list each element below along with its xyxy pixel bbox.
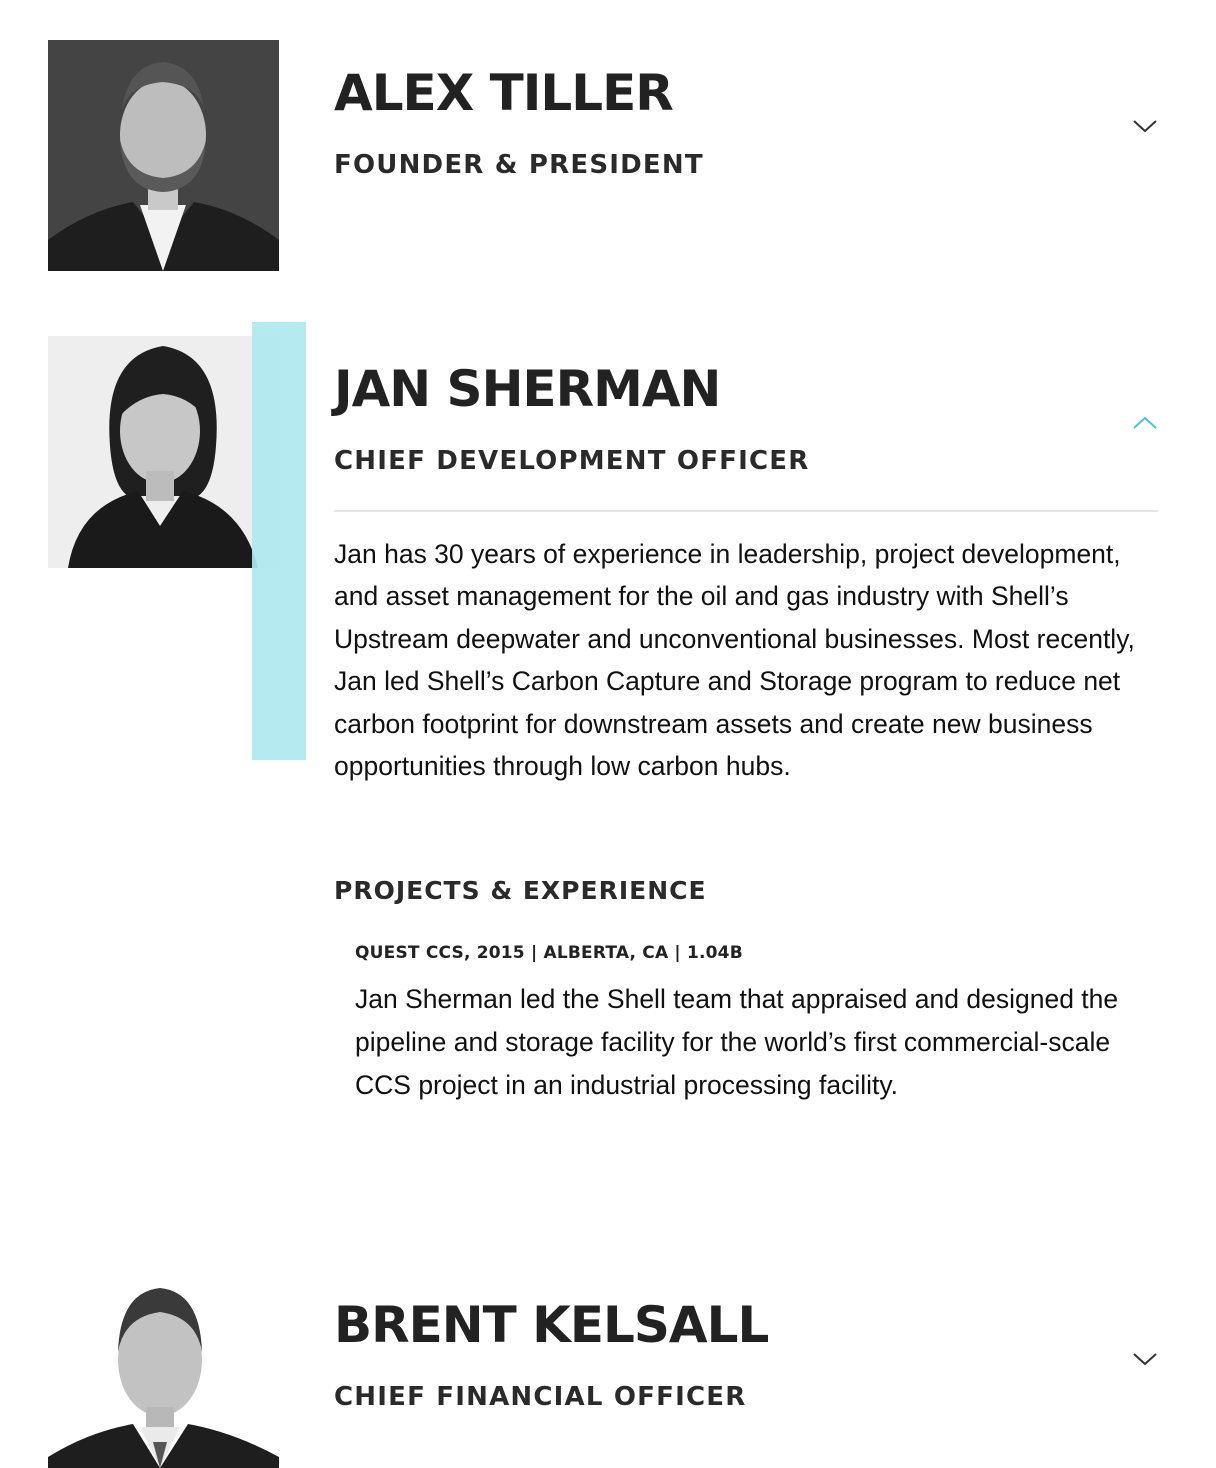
member-role: FOUNDER & PRESIDENT [334, 150, 704, 180]
chevron-down-icon[interactable] [1130, 1349, 1160, 1369]
member-name: BRENT KELSALL [334, 1296, 769, 1354]
member-photo-brent-kelsall [48, 1282, 279, 1468]
member-name: JAN SHERMAN [334, 360, 721, 418]
chevron-up-icon[interactable] [1130, 413, 1160, 433]
divider [334, 510, 1158, 512]
member-role: CHIEF DEVELOPMENT OFFICER [334, 446, 810, 476]
projects-heading: PROJECTS & EXPERIENCE [334, 876, 707, 905]
project-meta: QUEST CCS, 2015 | ALBERTA, CA | 1.04B [355, 943, 743, 963]
member-bio: Jan has 30 years of experience in leader… [334, 539, 1135, 782]
member-role: CHIEF FINANCIAL OFFICER [334, 1382, 747, 1412]
member-photo-alex-tiller [48, 40, 279, 271]
member-photo-jan-sherman [48, 336, 279, 568]
chevron-down-icon[interactable] [1130, 116, 1160, 136]
project-description: Jan Sherman led the Shell team that appr… [355, 984, 1119, 1100]
member-name: ALEX TILLER [334, 64, 674, 122]
accent-bar [252, 322, 306, 760]
